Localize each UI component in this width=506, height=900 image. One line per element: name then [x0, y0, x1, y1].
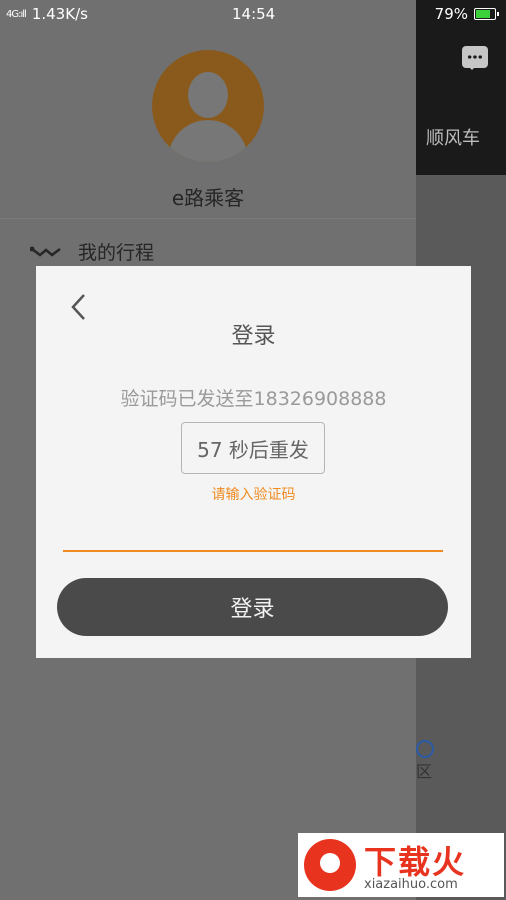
phone-number: 18326908888: [253, 388, 387, 410]
status-left: 4G:ıll 1.43K/s: [6, 5, 88, 23]
enter-code-hint: 请输入验证码: [211, 487, 296, 503]
status-time: 14:54: [232, 5, 276, 23]
message-icon[interactable]: [462, 46, 488, 70]
code-sent-prefix: 验证码已发送至: [120, 388, 254, 410]
battery-icon: [474, 8, 499, 20]
dialog-title: 登录: [231, 324, 276, 349]
avatar-head: [188, 72, 228, 118]
watermark-url: xiazaihuo.com: [364, 877, 458, 892]
menu-item-my-trips[interactable]: 我的行程: [30, 238, 154, 265]
verification-code-input[interactable]: [63, 512, 443, 552]
network-speed: 1.43K/s: [31, 5, 88, 23]
tab-carpool[interactable]: 顺风车: [426, 124, 480, 150]
route-icon: [30, 246, 61, 257]
watermark-logo: 下载火 xiazaihuo.com: [298, 833, 504, 897]
status-bar: 4G:ıll 1.43K/s 14:54 79%: [0, 0, 506, 28]
battery-fill: [476, 10, 491, 18]
login-button[interactable]: 登录: [57, 578, 448, 636]
user-name: e路乘客: [171, 186, 245, 210]
avatar-body: [168, 120, 248, 162]
menu-item-label: 我的行程: [78, 242, 155, 264]
divider: [0, 218, 416, 219]
map-area-label: 区: [416, 762, 433, 781]
avatar[interactable]: [152, 50, 264, 162]
code-sent-message: 验证码已发送至18326908888: [36, 384, 471, 411]
location-marker-icon: [416, 740, 434, 758]
login-dialog: 登录 验证码已发送至18326908888 57 秒后重发 请输入验证码 登录: [36, 266, 471, 658]
status-right: 79%: [434, 5, 499, 23]
battery-percent: 79%: [434, 5, 468, 23]
signal-icon: 4G:ıll: [6, 8, 27, 20]
resend-button[interactable]: 57 秒后重发: [181, 422, 325, 474]
flame-logo-icon: [304, 839, 356, 891]
